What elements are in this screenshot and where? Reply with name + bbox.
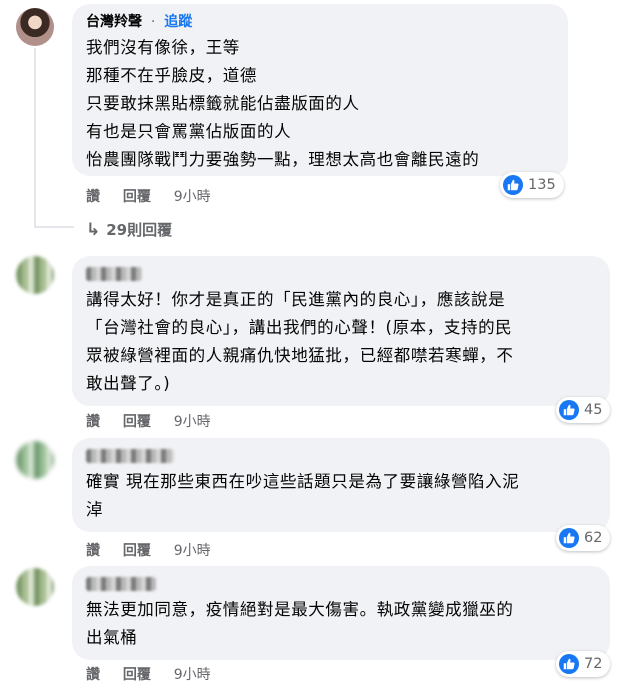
reaction-count[interactable]: 62 <box>556 525 611 551</box>
comment-author-row <box>86 446 596 468</box>
comment-actions: 讚 回覆 9小時 <box>86 186 229 206</box>
comment-actions: 讚 回覆 9小時 <box>86 411 229 431</box>
comment-text: 確實 現在那些東西在吵這些話題只是為了要讓綠營陷入泥 淖 <box>86 472 520 519</box>
follow-button[interactable]: 追蹤 <box>164 14 192 30</box>
avatar[interactable] <box>16 568 54 606</box>
reply-link[interactable]: 回覆 <box>123 189 151 205</box>
avatar[interactable] <box>16 441 54 479</box>
reply-link[interactable]: 回覆 <box>123 667 151 683</box>
like-link[interactable]: 讚 <box>86 189 100 205</box>
comment-author-name-blurred[interactable] <box>86 267 142 281</box>
comment-actions: 讚 回覆 9小時 <box>86 664 229 684</box>
timestamp[interactable]: 9小時 <box>174 543 211 559</box>
like-link[interactable]: 讚 <box>86 543 100 559</box>
reaction-count[interactable]: 45 <box>556 397 611 423</box>
like-link[interactable]: 讚 <box>86 667 100 683</box>
view-replies-label: 29則回覆 <box>106 221 173 239</box>
separator-dot: · <box>150 14 156 30</box>
comment-author-row <box>86 574 596 596</box>
thumbs-up-icon <box>503 175 523 195</box>
reply-link[interactable]: 回覆 <box>123 543 151 559</box>
comment-bubble: 講得太好！你才是真正的「民進黨內的良心」，應該說是 「台灣社會的良心」，講出我們… <box>72 256 610 406</box>
avatar[interactable] <box>16 256 54 294</box>
comment-author-row: 台灣羚聲 · 追蹤 <box>86 12 554 34</box>
comment-text: 講得太好！你才是真正的「民進黨內的良心」，應該說是 「台灣社會的良心」，講出我們… <box>86 290 514 393</box>
thread-line <box>34 48 36 228</box>
comment-text: 我們沒有像徐，王等 那種不在乎臉皮，道德 只要敢抹黑貼標籤就能佔盡版面的人 有也… <box>86 38 480 169</box>
thumbs-up-icon <box>559 654 579 674</box>
reaction-count[interactable]: 72 <box>556 651 611 677</box>
reaction-number: 72 <box>584 656 603 672</box>
timestamp[interactable]: 9小時 <box>174 414 211 430</box>
comment-bubble: 台灣羚聲 · 追蹤 我們沒有像徐，王等 那種不在乎臉皮，道德 只要敢抹黑貼標籤就… <box>72 4 568 176</box>
comment-bubble: 確實 現在那些東西在吵這些話題只是為了要讓綠營陷入泥 淖 <box>72 438 610 532</box>
reply-link[interactable]: 回覆 <box>123 414 151 430</box>
avatar[interactable] <box>16 8 54 46</box>
thumbs-up-icon <box>559 400 579 420</box>
comment-author-name[interactable]: 台灣羚聲 <box>86 14 142 30</box>
reaction-count[interactable]: 135 <box>500 172 564 198</box>
comment-author-row <box>86 264 596 286</box>
timestamp[interactable]: 9小時 <box>174 667 211 683</box>
comment-author-name-blurred[interactable] <box>86 449 174 463</box>
reaction-number: 45 <box>584 402 603 418</box>
timestamp[interactable]: 9小時 <box>174 189 211 205</box>
view-replies-button[interactable]: ↳ 29則回覆 <box>86 219 172 240</box>
comment-author-name-blurred[interactable] <box>86 577 156 591</box>
like-link[interactable]: 讚 <box>86 414 100 430</box>
comment-bubble: 無法更加同意，疫情絕對是最大傷害。執政黨變成獵巫的 出氣桶 <box>72 566 610 660</box>
reply-arrow-icon: ↳ <box>86 220 101 240</box>
reaction-number: 62 <box>584 530 603 546</box>
thread-line-branch <box>34 226 74 228</box>
reaction-number: 135 <box>528 177 556 193</box>
thumbs-up-icon <box>559 528 579 548</box>
comment-text: 無法更加同意，疫情絕對是最大傷害。執政黨變成獵巫的 出氣桶 <box>86 600 514 647</box>
comment-actions: 讚 回覆 9小時 <box>86 540 229 560</box>
